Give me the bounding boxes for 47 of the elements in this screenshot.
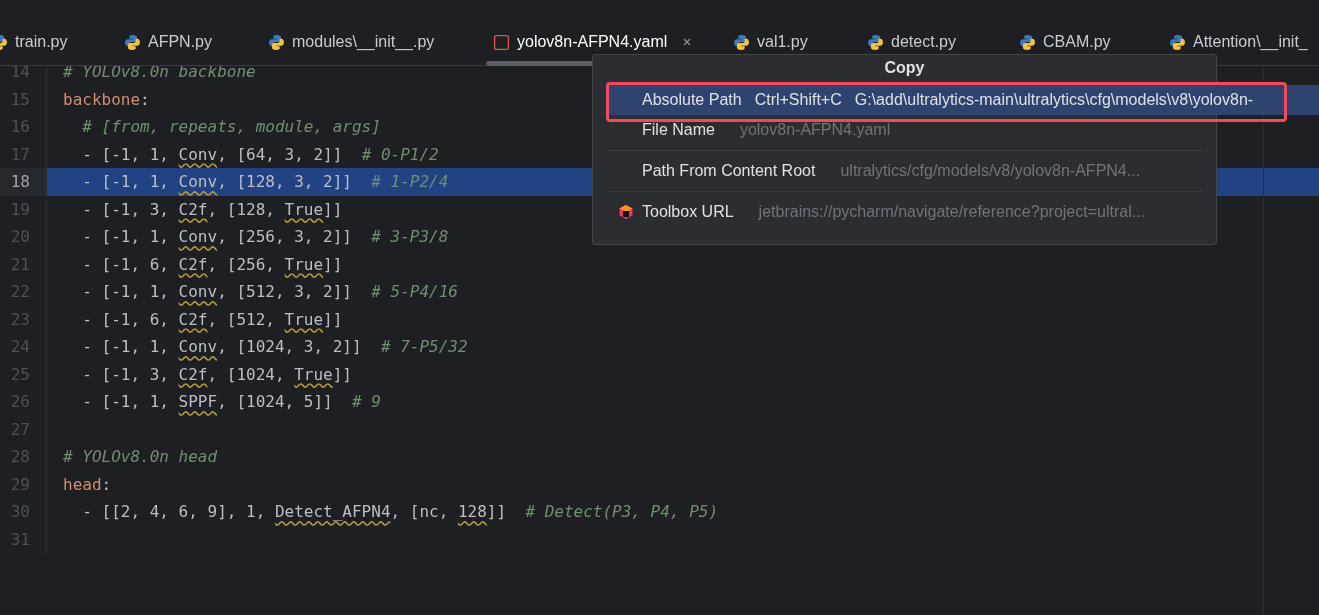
code-line: - [-1, 1, Conv, [64, 3, 2]] # 0-P1/2 [81,143,439,166]
code-line: - [-1, 6, C2f, [256, True]] [81,253,343,276]
code-line: - [[2, 4, 6, 9], 1, Detect_AFPN4, [nc, 128]] # Detect(P3, P4, P5) [81,501,719,524]
file-tab[interactable]: yolov8n-AFPN4.yaml [493,33,733,51]
menu-item[interactable]: Absolute Path Ctrl+Shift+C G:\add\ultralytics-main\ultralytics\cfg\models\v8\yolov8n- [608,85,1319,115]
code-line: # YOLOv8.0n head [62,446,218,469]
code-line: - [-1, 3, C2f, [1024, True]] [81,363,352,386]
code-line: head: [62,473,112,496]
menu-item-label: Absolute Path [642,91,742,109]
file-tab[interactable]: modules\__init__.py [268,33,493,51]
code-line: - [-1, 1, Conv, [128, 3, 2]] # 1-P2/4 [81,171,449,194]
menu-item[interactable]: File Name yolov8n-AFPN4.yaml [608,115,1206,145]
code-line: - [-1, 3, C2f, [128, True]] [81,198,343,221]
shortcut: Ctrl+Shift+C [754,91,842,109]
code-line: - [-1, 1, Conv, [512, 3, 2]] # 5-P4/16 [81,281,458,304]
file-tab[interactable]: Attention\__init_ [1169,33,1319,51]
python-file-icon [867,33,884,51]
python-file-icon [1019,33,1036,51]
code-line: - [-1, 6, C2f, [512, True]] [81,308,343,331]
file-tab[interactable]: CBAM.py [1019,33,1169,51]
python-file-icon [733,33,750,51]
yaml-file-icon [493,33,510,51]
close-icon[interactable] [682,37,693,47]
menu-item-label: Path From Content Root [642,162,816,180]
menu-item-value: G:\add\ultralytics-main\ultralytics\cfg\models\v8\yolov8n- [854,91,1254,109]
menu-item-value: ultralytics/cfg/models/v8/yolov8n-AFPN4... [840,162,1141,180]
menu-item-value: jetbrains://pycharm/navigate/reference?project=ultral... [758,203,1146,221]
code-line: backbone: [62,88,150,111]
code-line: - [-1, 1, SPPF, [1024, 5]] # 9 [81,391,381,414]
code-line: - [-1, 1, Conv, [256, 3, 2]] # 3-P3/8 [81,226,449,249]
popup-title: Copy [883,58,926,78]
code-line: # [from, repeats, module, args] [81,116,381,139]
menu-item-value: yolov8n-AFPN4.yaml [739,121,891,139]
python-file-icon [268,33,285,51]
menu-item-label: File Name [642,121,715,139]
file-tab[interactable]: train.py [0,33,124,51]
menu-item[interactable]: Path From Content Root ultralytics/cfg/models/v8/yolov8n-AFPN4... [608,156,1206,186]
menu-item-label: Toolbox URL [642,203,734,221]
file-tab[interactable]: detect.py [867,33,1019,51]
file-tab[interactable]: AFPN.py [124,33,268,51]
line-number: 18 [0,168,47,196]
python-file-icon [124,33,141,51]
menu-item[interactable]: Toolbox URL jetbrains://pycharm/navigate/reference?project=ultral... [608,197,1206,227]
code-line: - [-1, 1, Conv, [1024, 3, 2]] # 7-P5/32 [81,336,468,359]
python-file-icon [1169,33,1186,51]
app-icon [618,204,634,220]
file-tab[interactable]: val1.py [733,33,867,51]
